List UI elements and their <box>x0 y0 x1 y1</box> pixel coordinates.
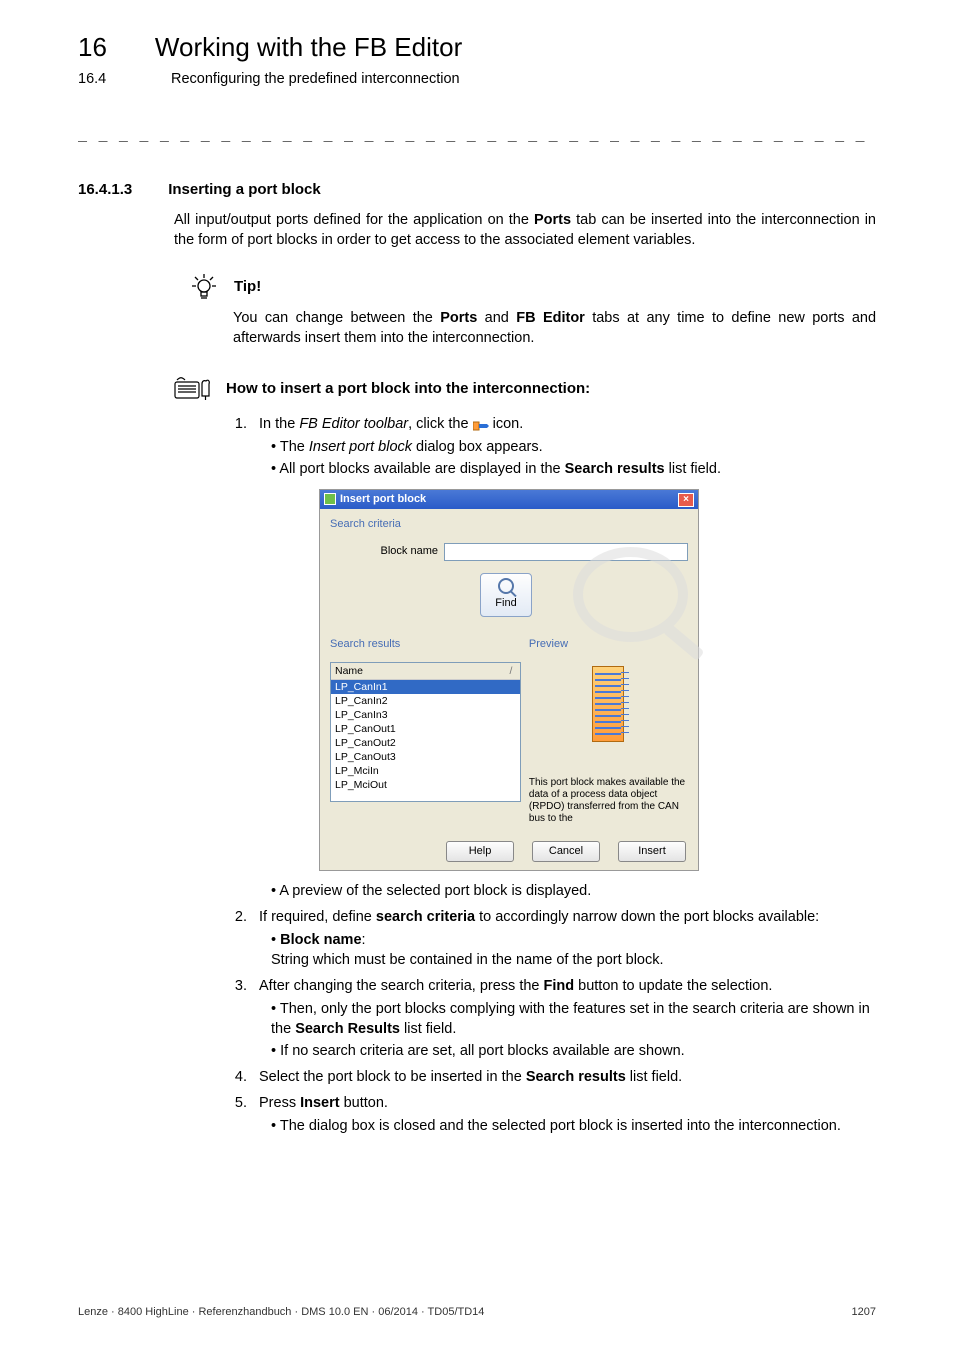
procedure-icon <box>174 376 214 402</box>
magnifier-icon <box>498 578 514 594</box>
watermark-icon <box>573 547 688 642</box>
section-number: 16.4 <box>78 69 123 89</box>
find-button-label: Find <box>495 596 516 611</box>
column-name: Name <box>335 664 506 678</box>
step-3-note-1: Then, only the port blocks complying wit… <box>271 999 876 1039</box>
list-item[interactable]: LP_MciIn <box>331 764 520 778</box>
step-2-note: Block name:String which must be containe… <box>271 930 876 970</box>
list-item[interactable]: LP_CanIn3 <box>331 708 520 722</box>
tip-body: You can change between the Ports and FB … <box>233 308 876 348</box>
list-item[interactable]: LP_MciOut <box>331 778 520 792</box>
list-item[interactable]: LP_CanIn2 <box>331 694 520 708</box>
search-results-label: Search results <box>330 637 521 652</box>
footer-left: Lenze · 8400 HighLine · Referenzhandbuch… <box>78 1305 484 1320</box>
subsection-number: 16.4.1.3 <box>78 180 132 201</box>
preview-description: This port block makes available the data… <box>529 777 688 825</box>
find-button[interactable]: Find <box>480 573 532 617</box>
search-criteria-label: Search criteria <box>330 517 688 532</box>
step-1-note-2: All port blocks available are displayed … <box>271 459 876 479</box>
step-3: After changing the search criteria, pres… <box>251 976 876 1061</box>
howto-block: How to insert a port block into the inte… <box>174 376 876 402</box>
step-1-note-1: The Insert port block dialog box appears… <box>271 437 876 457</box>
fb-toolbar-icon <box>473 418 489 430</box>
dialog-app-icon <box>324 493 336 505</box>
dialog-titlebar: Insert port block × <box>320 490 698 509</box>
list-item[interactable]: LP_CanIn1 <box>331 680 520 694</box>
search-results-list[interactable]: Name/ LP_CanIn1 LP_CanIn2 LP_CanIn3 LP_C… <box>330 662 521 802</box>
list-item[interactable]: LP_CanOut3 <box>331 750 520 764</box>
insert-port-block-dialog: Insert port block × Search criteria Bloc… <box>319 489 699 871</box>
chapter-title: Working with the FB Editor <box>155 30 462 66</box>
step-5: Press Insert button. The dialog box is c… <box>251 1093 876 1136</box>
preview-pane <box>529 662 688 777</box>
list-item[interactable]: LP_CanOut2 <box>331 736 520 750</box>
howto-title: How to insert a port block into the inte… <box>226 379 590 400</box>
lightbulb-icon <box>188 272 220 302</box>
preview-label: Preview <box>529 637 688 652</box>
list-item[interactable]: LP_CanOut1 <box>331 722 520 736</box>
help-button[interactable]: Help <box>446 841 514 862</box>
after-dialog-note: A preview of the selected port block is … <box>271 881 876 901</box>
subsection-title: Inserting a port block <box>168 180 321 201</box>
divider: _ _ _ _ _ _ _ _ _ _ _ _ _ _ _ _ _ _ _ _ … <box>78 123 876 144</box>
section-title: Reconfiguring the predefined interconnec… <box>171 69 460 89</box>
page-footer: Lenze · 8400 HighLine · Referenzhandbuch… <box>78 1305 876 1320</box>
step-1: In the FB Editor toolbar, click the icon… <box>251 414 876 901</box>
block-name-label: Block name <box>330 544 438 559</box>
step-4: Select the port block to be inserted in … <box>251 1067 876 1087</box>
tip-block: Tip! <box>188 272 876 302</box>
cancel-button[interactable]: Cancel <box>532 841 600 862</box>
footer-page-number: 1207 <box>852 1305 876 1320</box>
insert-button[interactable]: Insert <box>618 841 686 862</box>
step-2: If required, define search criteria to a… <box>251 907 876 970</box>
section-header: 16.4 Reconfiguring the predefined interc… <box>78 69 876 89</box>
chapter-header: 16 Working with the FB Editor <box>78 30 876 66</box>
tip-label: Tip! <box>234 277 261 298</box>
dialog-title-text: Insert port block <box>340 493 426 505</box>
step-5-note: The dialog box is closed and the selecte… <box>271 1116 876 1136</box>
procedure-list: In the FB Editor toolbar, click the icon… <box>233 414 876 1136</box>
intro-paragraph: All input/output ports defined for the a… <box>174 210 876 250</box>
chapter-number: 16 <box>78 30 107 66</box>
port-block-icon <box>592 666 624 742</box>
step-3-note-2: If no search criteria are set, all port … <box>271 1041 876 1061</box>
close-icon[interactable]: × <box>678 493 694 507</box>
subsection-heading: 16.4.1.3 Inserting a port block <box>78 180 876 201</box>
